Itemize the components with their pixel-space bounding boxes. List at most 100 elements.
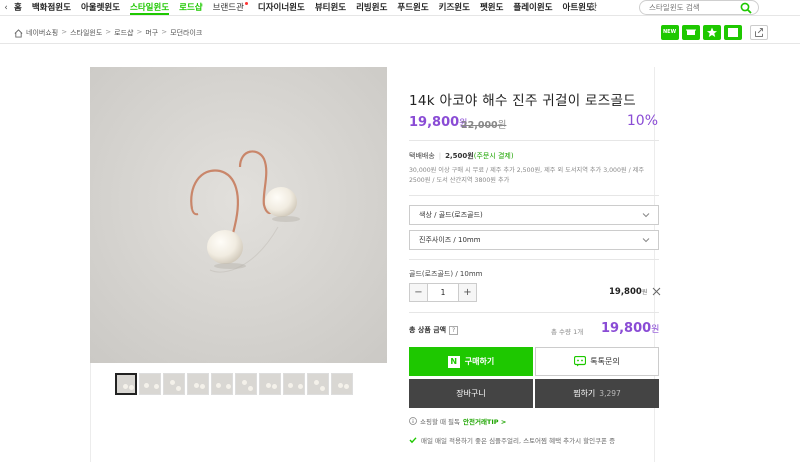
nav-item[interactable]: 플레이윈도 — [513, 2, 552, 15]
quantity-value[interactable]: 1 — [428, 283, 458, 302]
selected-option-label: 골드(로즈골드) / 10mm — [409, 270, 483, 278]
color-option-value: 색상 / 골드(로즈골드) — [419, 211, 483, 219]
decrease-quantity-button[interactable]: − — [409, 283, 428, 302]
pearl-size-value: 진주사이즈 / 10mm — [419, 236, 481, 244]
shipping-description: 30,000원 이상 구매 시 무료 / 제주 추가 2,500원, 제주 외 … — [409, 167, 645, 184]
thumbnail-pearl — [320, 386, 325, 391]
thumbnail-pearl — [344, 384, 349, 389]
nav-item[interactable]: 뷰티윈도 — [315, 2, 346, 15]
blank-green-button[interactable] — [724, 25, 742, 40]
thumbnail-pearl — [176, 386, 181, 391]
total-price-label: 총 상품 금액? — [409, 325, 459, 335]
total-price-label-text: 총 상품 금액 — [409, 326, 447, 334]
home-icon[interactable] — [14, 28, 23, 38]
original-price-unit: 원 — [497, 120, 507, 131]
new-badge-label: NEW — [663, 29, 677, 35]
talktalk-button[interactable]: 톡톡문의 — [535, 347, 659, 376]
safe-trade-text: 쇼핑할 때 필독 — [420, 418, 461, 426]
favorite-star-button[interactable] — [703, 25, 721, 40]
nav-more-item[interactable]: 핫 — [583, 0, 603, 16]
pearl-size-select[interactable]: 진주사이즈 / 10mm — [409, 230, 659, 250]
thumbnail-pearl — [144, 383, 149, 388]
nav-item[interactable]: 키즈윈도 — [439, 2, 470, 15]
thumbnail-pearl — [216, 383, 221, 388]
divider — [409, 195, 659, 196]
buy-button[interactable]: N 구매하기 — [409, 347, 533, 376]
breadcrumb-items: 네이버쇼핑 > 스타일윈도 > 로드샵 > 머구 > 모던라이크 — [26, 28, 202, 38]
total-price-unit: 원 — [651, 325, 660, 335]
wishlist-count: 3,297 — [599, 389, 621, 398]
divider — [409, 259, 659, 260]
thumbnail-item[interactable] — [259, 373, 281, 395]
cart-button-label: 장바구니 — [456, 389, 486, 398]
square-icon — [728, 28, 738, 37]
total-price-value: 19,800 — [601, 321, 652, 336]
thumbnail-item[interactable] — [283, 373, 305, 395]
thumbnail-item[interactable] — [115, 373, 137, 395]
nav-scroll-left-button[interactable]: ‹ — [0, 2, 12, 14]
thumbnail-pearl — [226, 384, 231, 389]
benefit-text: 매일 매일 적용하기 좋은 심플주얼리, 스토어찜 혜택 추가시 할인쿠폰 증 — [421, 437, 616, 445]
search-input[interactable] — [649, 1, 745, 14]
cart-button[interactable]: 장바구니 — [409, 379, 533, 408]
search-icon[interactable] — [740, 2, 752, 14]
wishlist-button[interactable]: 찜하기 3,297 — [535, 379, 659, 408]
thumbnail-pearl — [200, 384, 205, 389]
info-icon — [409, 417, 417, 425]
thumbnail-item[interactable] — [139, 373, 161, 395]
shipping-line: 택배배송 | 2,500원(주문시 결제) — [409, 151, 659, 161]
shipping-payment-timing: (주문시 결제) — [473, 152, 514, 160]
thumbnail-pearl — [129, 385, 134, 390]
nav-item[interactable]: 백화점윈도 — [32, 2, 71, 15]
earrings-image — [90, 67, 387, 363]
store-icon[interactable] — [682, 25, 700, 40]
thumbnail-pearl — [338, 383, 343, 388]
nav-item[interactable]: 펫윈도 — [480, 2, 503, 15]
breadcrumb-item[interactable]: 로드샵 — [114, 28, 133, 38]
thumbnail-pearl — [314, 380, 319, 385]
sale-price: 19,800원 — [409, 115, 467, 130]
breadcrumb-item[interactable]: 머구 — [145, 28, 158, 38]
nav-item[interactable]: 리빙윈도 — [356, 2, 387, 15]
breadcrumb-item[interactable]: 스타일윈도 — [70, 28, 102, 38]
product-section: 14k 아코야 해수 진주 귀걸이 로즈골드 19,800원 22,000원 1… — [90, 67, 661, 462]
shipping-fee: 2,500원 — [445, 152, 474, 160]
buy-button-label: 구매하기 — [464, 357, 495, 366]
thumbnail-item[interactable] — [211, 373, 233, 395]
help-icon[interactable]: ? — [449, 326, 459, 335]
original-price-value: 22,000 — [461, 120, 498, 131]
share-button[interactable] — [750, 25, 768, 40]
thumbnail-pearl — [123, 384, 128, 389]
breadcrumb-item[interactable]: 모던라이크 — [170, 28, 202, 38]
option-line-price: 19,800원 — [609, 287, 647, 297]
thumbnail-item[interactable] — [163, 373, 185, 395]
remove-option-icon[interactable] — [651, 286, 662, 297]
nav-item[interactable]: 홈 — [14, 2, 22, 15]
color-option-select[interactable]: 색상 / 골드(로즈골드) — [409, 205, 659, 225]
shipping-label: 택배배송 — [409, 152, 435, 160]
nav-item[interactable]: 스타일윈도 — [130, 2, 170, 15]
check-icon — [409, 437, 417, 444]
product-main-image[interactable] — [90, 67, 387, 363]
safe-trade-tip-link[interactable]: 안전거래TIP > — [463, 416, 506, 426]
nav-item[interactable]: 푸드윈도 — [397, 2, 428, 15]
thumbnail-item[interactable] — [187, 373, 209, 395]
nav-item[interactable]: 디자이너윈도 — [258, 2, 305, 15]
breadcrumb-row: 네이버쇼핑 > 스타일윈도 > 로드샵 > 머구 > 모던라이크 NEW — [0, 22, 800, 44]
nav-item[interactable]: 브랜드관 — [213, 2, 244, 15]
new-badge-button[interactable]: NEW — [661, 25, 679, 40]
breadcrumb-separator: > — [161, 28, 168, 36]
nav-item[interactable]: 로드샵 — [179, 2, 202, 15]
option-line-price-value: 19,800 — [609, 287, 642, 297]
thumbnail-item[interactable] — [331, 373, 353, 395]
chat-icon — [574, 356, 587, 367]
discount-rate: 10% — [626, 113, 658, 129]
thumbnail-item[interactable] — [235, 373, 257, 395]
total-price: 19,800원 — [601, 321, 659, 336]
breadcrumb-item[interactable]: 네이버쇼핑 — [26, 28, 58, 38]
thumbnail-item[interactable] — [307, 373, 329, 395]
top-navigation: ‹ 홈 백화점윈도 아울렛윈도 스타일윈도 로드샵 브랜드관 디자이너윈도 뷰티윈도 리빙윈도 푸… — [0, 0, 800, 16]
increase-quantity-button[interactable]: + — [458, 283, 477, 302]
sale-price-value: 19,800 — [409, 115, 460, 130]
nav-item[interactable]: 아울렛윈도 — [81, 2, 120, 15]
